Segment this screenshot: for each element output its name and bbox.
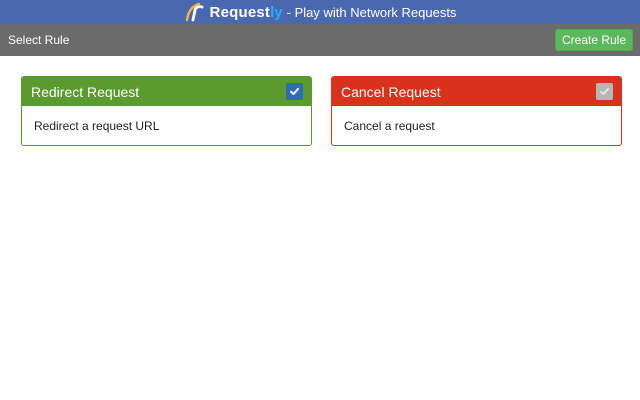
app-header: Request ly - Play with Network Requests [0, 0, 640, 24]
rule-card-header[interactable]: Cancel Request [332, 77, 621, 106]
rule-card-cancel[interactable]: Cancel Request Cancel a request [331, 76, 622, 146]
create-rule-button[interactable]: Create Rule [555, 29, 633, 51]
rule-card-description: Redirect a request URL [34, 119, 160, 133]
header-tagline: - Play with Network Requests [286, 4, 457, 20]
rule-card-title: Redirect Request [31, 83, 140, 100]
rule-card-description: Cancel a request [344, 119, 435, 133]
brand-accent: ly [270, 3, 283, 21]
rule-card-redirect[interactable]: Redirect Request Redirect a request URL [21, 76, 312, 146]
rule-card-header[interactable]: Redirect Request [22, 77, 311, 106]
check-icon [290, 88, 299, 95]
toolbar: Select Rule Create Rule [0, 24, 640, 56]
logo: Request ly [184, 1, 283, 23]
requestly-logo-icon [185, 2, 203, 22]
rule-card-title: Cancel Request [341, 83, 441, 100]
checkbox-unchecked-icon[interactable] [596, 83, 613, 100]
check-icon [600, 88, 609, 95]
checkbox-checked-icon[interactable] [286, 83, 303, 100]
page-title: Select Rule [8, 33, 70, 47]
brand-name: Request [209, 3, 271, 21]
